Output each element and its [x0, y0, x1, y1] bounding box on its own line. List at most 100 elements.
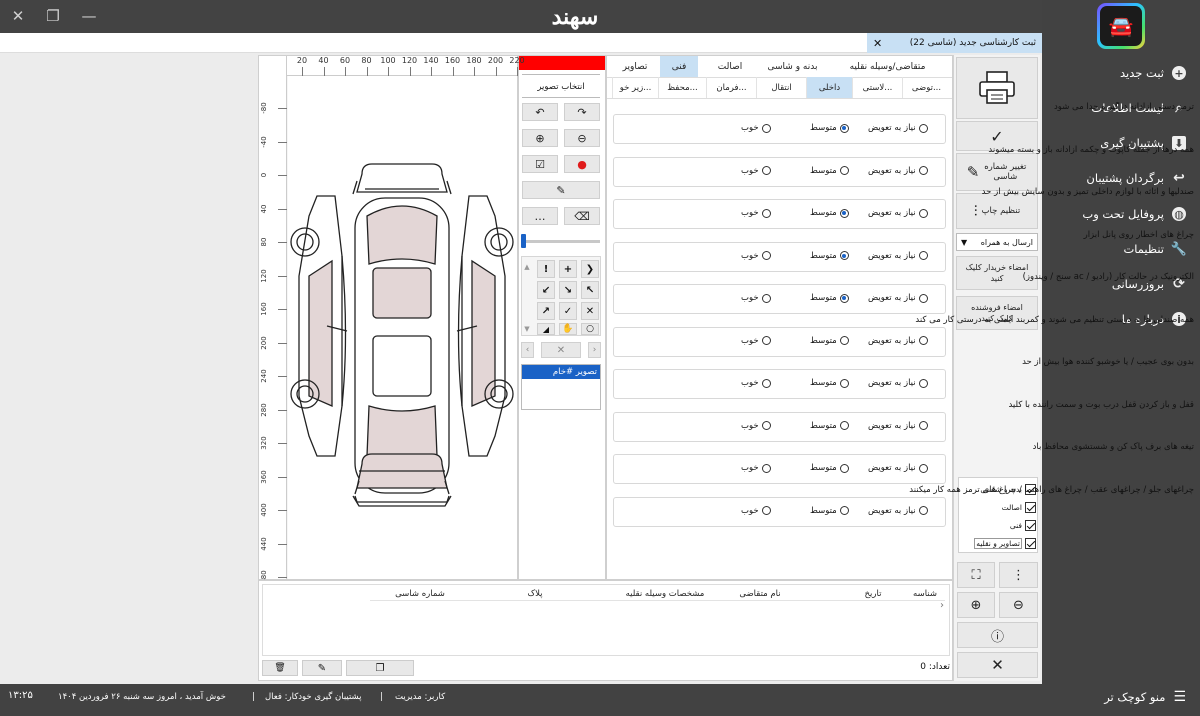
sidebar-item-new[interactable]: ثبت جدید + [1046, 62, 1186, 84]
tab2-desc[interactable]: توضی... [902, 77, 950, 98]
scroll-right-icon[interactable]: › [940, 600, 948, 618]
info-button[interactable]: ⓘ [957, 622, 1038, 648]
tab2-tires[interactable]: لاستی... [852, 77, 902, 98]
option-medium[interactable]: متوسط [810, 378, 849, 388]
cancel-button[interactable]: ✕ [957, 652, 1038, 678]
radio-button[interactable] [918, 506, 928, 515]
tab2-compartment[interactable]: محفظ... [658, 77, 706, 98]
option-good[interactable]: خوب [741, 208, 771, 218]
more-button[interactable]: ⋮ [999, 562, 1038, 588]
check-technical[interactable]: فنی [962, 518, 1036, 532]
radio-button[interactable] [918, 293, 928, 303]
radio-button[interactable] [839, 251, 849, 260]
option-need-replace[interactable]: نیاز به تعویض [868, 378, 928, 388]
shape-bulb[interactable]: ○ [581, 323, 599, 335]
option-medium[interactable]: متوسط [810, 166, 849, 176]
radio-button[interactable] [761, 506, 771, 515]
option-good[interactable]: خوب [741, 251, 771, 261]
radio-button[interactable] [839, 166, 849, 175]
tab2-transmission[interactable]: انتقال [756, 77, 806, 98]
next-button[interactable]: › [588, 342, 601, 358]
tab-authenticity[interactable]: اصالت [700, 56, 760, 77]
option-good[interactable]: خوب [741, 166, 771, 176]
option-medium[interactable]: متوسط [810, 336, 849, 346]
minimize-window-icon[interactable]: — [76, 3, 102, 29]
radio-button[interactable] [918, 378, 928, 388]
radio-button[interactable] [918, 463, 928, 473]
col-date[interactable]: تاریخ [838, 589, 908, 599]
undo-button[interactable]: ↶ [522, 103, 558, 121]
close-window-icon[interactable]: ✕ [5, 3, 31, 29]
option-good[interactable]: خوب [741, 336, 771, 346]
zoom-in-button[interactable]: ⊕ [957, 592, 995, 618]
tool-eraser[interactable]: ⌫ [564, 207, 600, 225]
prev-button[interactable]: ‹ [521, 342, 534, 358]
radio-button[interactable] [761, 463, 771, 473]
radio-button[interactable] [839, 506, 849, 515]
change-chassis-button[interactable]: ✎ تغییر شماره شاسی [956, 153, 1038, 191]
shape-arrow-ne[interactable]: ↗ [537, 302, 555, 320]
option-medium[interactable]: متوسط [810, 123, 849, 133]
shape-arrow-se[interactable]: ↘ [559, 281, 577, 299]
color-swatch[interactable] [519, 56, 605, 70]
radio-button[interactable] [839, 208, 849, 218]
radio-button[interactable] [918, 421, 928, 430]
image-list-item[interactable]: تصویر #خام [522, 365, 600, 379]
tool-record[interactable]: ● [564, 155, 600, 173]
option-good[interactable]: خوب [741, 421, 771, 431]
shape-plus[interactable]: + [559, 260, 577, 278]
option-need-replace[interactable]: نیاز به تعویض [868, 463, 928, 473]
shape-triangle[interactable]: ◢ [537, 323, 555, 335]
shape-hand[interactable]: ✋ [559, 323, 577, 335]
radio-button[interactable] [761, 166, 771, 175]
delete-image-button[interactable]: ✕ [541, 342, 581, 358]
col-vehicle[interactable]: مشخصات وسیله نقلیه [590, 589, 740, 599]
option-need-replace[interactable]: نیاز به تعویض [868, 166, 928, 176]
sidebar-item-restore[interactable]: برگردان پشتیبان ↩ [1046, 167, 1186, 189]
delete-button[interactable]: 🗑 [262, 660, 298, 676]
radio-button[interactable] [761, 378, 771, 388]
sidebar-item-settings[interactable]: تنظیمات 🔧 [1046, 238, 1187, 260]
col-id[interactable]: شناسه [905, 589, 945, 599]
radio-button[interactable] [839, 463, 849, 473]
tab-applicant[interactable]: متقاضی/وسیله نقلیه [825, 56, 950, 77]
radio-button[interactable] [839, 336, 849, 345]
edit-button[interactable]: ✎ [302, 660, 342, 676]
radio-button[interactable] [839, 123, 849, 133]
size-slider-handle[interactable] [521, 234, 526, 248]
option-need-replace[interactable]: نیاز به تعویض [868, 251, 928, 261]
sidebar-collapse[interactable]: منو کوچک تر ☰ [1046, 686, 1186, 708]
shape-arrow-sw[interactable]: ↙ [537, 281, 555, 299]
option-need-replace[interactable]: نیاز به تعویض [868, 123, 928, 133]
option-medium[interactable]: متوسط [810, 463, 849, 473]
option-need-replace[interactable]: نیاز به تعویض [868, 421, 928, 431]
radio-button[interactable] [839, 378, 849, 388]
option-good[interactable]: خوب [741, 378, 771, 388]
sidebar-item-web-profile[interactable]: پروفایل تحت وب ◍ [1046, 203, 1186, 225]
radio-button[interactable] [918, 123, 928, 133]
option-good[interactable]: خوب [741, 463, 771, 473]
print-settings-button[interactable]: ⫶ تنظیم چاپ [956, 193, 1038, 229]
radio-button[interactable] [918, 251, 928, 260]
option-good[interactable]: خوب [741, 506, 771, 516]
radio-button[interactable] [918, 208, 928, 218]
maximize-window-icon[interactable]: ❐ [40, 3, 66, 29]
radio-button[interactable] [918, 336, 928, 345]
radio-button[interactable] [761, 336, 771, 345]
tab2-steering[interactable]: فرمان... [706, 77, 756, 98]
check-images[interactable]: تصاویر و نقلیه [962, 536, 1036, 550]
option-medium[interactable]: متوسط [810, 506, 849, 516]
tool-zoom-out[interactable]: ⊖ [564, 129, 600, 147]
document-tab[interactable]: ✕ ثبت کارشناسی جدید (شاسی 22) [867, 33, 1042, 53]
check-authenticity[interactable]: اصالت [962, 500, 1036, 514]
shape-exclamation[interactable]: ! [537, 260, 555, 278]
radio-button[interactable] [839, 421, 849, 430]
tab2-interior[interactable]: داخلی [806, 77, 852, 98]
tab-images[interactable]: تصاویر [612, 56, 658, 77]
copy-button[interactable]: ❐ [346, 660, 414, 676]
col-chassis[interactable]: شماره شاسی [380, 589, 460, 599]
option-need-replace[interactable]: نیاز به تعویض [868, 208, 928, 218]
option-medium[interactable]: متوسط [810, 208, 849, 218]
checkbox[interactable] [1025, 501, 1036, 513]
option-need-replace[interactable]: نیاز به تعویض [868, 336, 928, 346]
